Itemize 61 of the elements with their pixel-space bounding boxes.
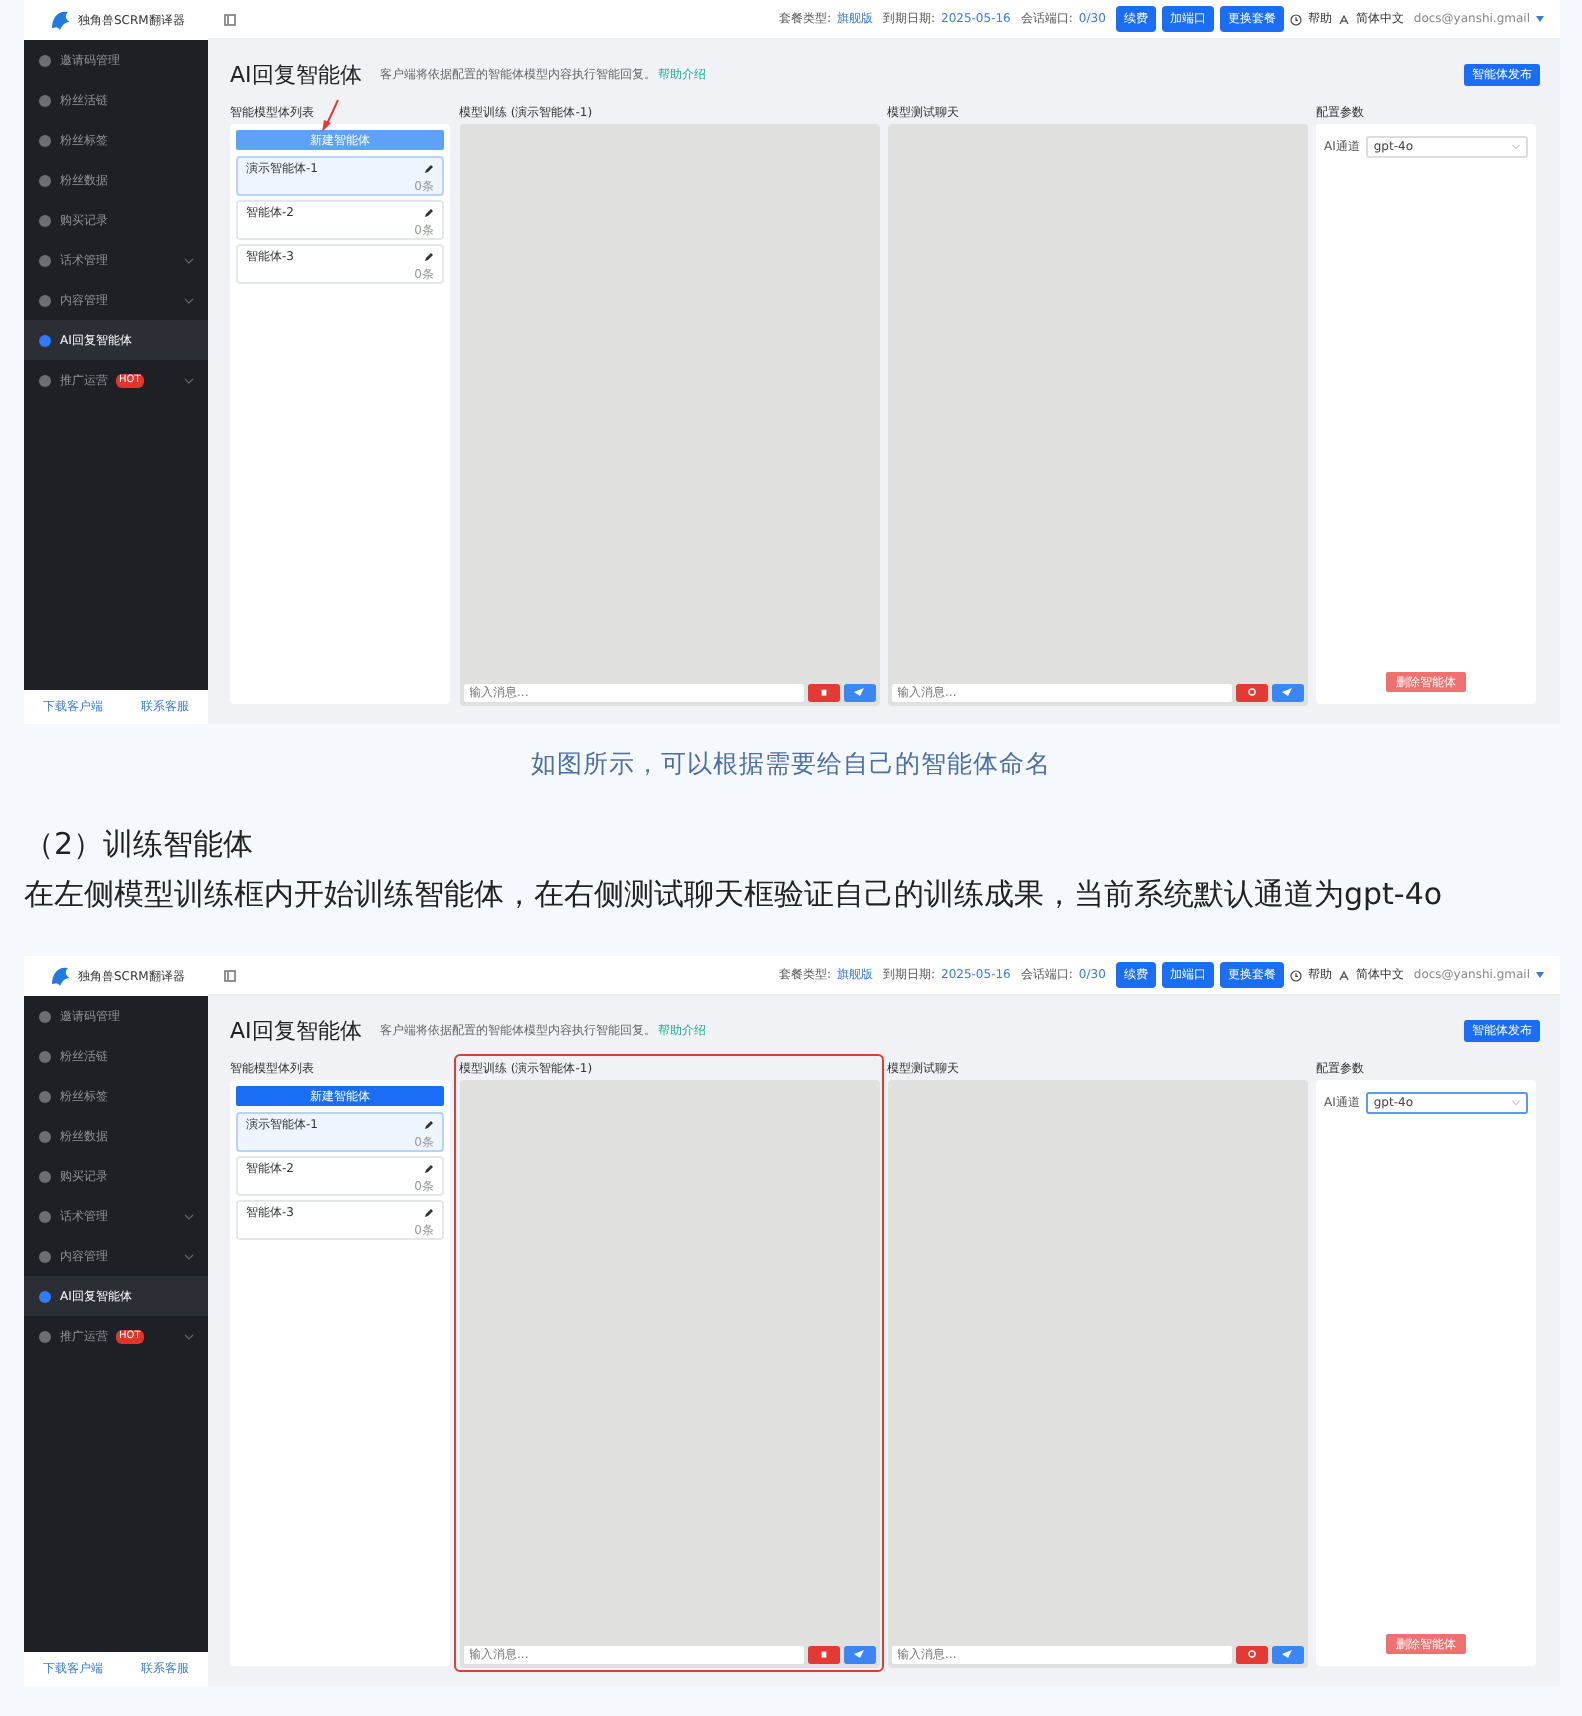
send-icon bbox=[1282, 688, 1292, 696]
circle-icon bbox=[38, 53, 52, 67]
circle-icon bbox=[38, 373, 52, 387]
pencil-icon[interactable] bbox=[424, 1164, 434, 1174]
figure-caption: 如图所示，可以根据需要给自己的智能体命名 bbox=[529, 748, 1053, 782]
page-title: AI回复智能体 bbox=[230, 59, 362, 89]
send-icon bbox=[854, 688, 864, 696]
pencil-icon[interactable] bbox=[424, 164, 434, 174]
chevron-icon bbox=[184, 377, 194, 383]
circle-icon bbox=[38, 173, 52, 187]
circle-icon bbox=[38, 253, 52, 267]
trash-icon bbox=[819, 1650, 827, 1658]
page-title: AI回复智能体 bbox=[230, 1015, 362, 1045]
chevron-icon bbox=[184, 297, 194, 303]
circle-icon bbox=[38, 333, 52, 347]
paragraph: 在左侧模型训练框内开始训练智能体，在右侧测试聊天框验证自己的训练成果，当前系统默认通道为gpt-4o bbox=[24, 876, 1445, 914]
pencil-icon[interactable] bbox=[424, 208, 434, 218]
section-heading: （2）训练智能体 bbox=[24, 826, 256, 864]
pencil-icon[interactable] bbox=[424, 1208, 434, 1218]
chevron-icon bbox=[184, 1333, 194, 1339]
send-icon bbox=[1282, 1650, 1292, 1658]
circle-icon bbox=[1247, 688, 1255, 696]
chevron-icon bbox=[1512, 1100, 1520, 1106]
circle-icon bbox=[38, 1249, 52, 1263]
circle-icon bbox=[38, 1329, 52, 1343]
send-icon bbox=[854, 1650, 864, 1658]
circle-icon bbox=[38, 1009, 52, 1023]
circle-icon bbox=[38, 1289, 52, 1303]
circle-icon bbox=[1247, 1650, 1255, 1658]
logo-icon bbox=[48, 8, 72, 32]
trash-icon bbox=[819, 688, 827, 696]
clear-button[interactable] bbox=[807, 683, 839, 701]
circle-icon bbox=[38, 1129, 52, 1143]
chevron-icon bbox=[184, 1253, 194, 1259]
circle-icon bbox=[38, 1049, 52, 1063]
circle-icon bbox=[38, 1209, 52, 1223]
pencil-icon[interactable] bbox=[424, 252, 434, 262]
circle-icon bbox=[38, 293, 52, 307]
caret-icon[interactable] bbox=[1536, 16, 1544, 22]
pencil-icon[interactable] bbox=[424, 1120, 434, 1130]
circle-icon bbox=[38, 213, 52, 227]
menu-icon[interactable] bbox=[224, 969, 236, 981]
send-button[interactable] bbox=[843, 683, 875, 701]
menu-icon[interactable] bbox=[224, 13, 236, 25]
logo-icon bbox=[48, 964, 72, 988]
send-button[interactable] bbox=[843, 1645, 875, 1663]
translate-icon bbox=[1337, 969, 1350, 981]
circle-icon bbox=[38, 1169, 52, 1183]
caret-icon[interactable] bbox=[1536, 972, 1544, 978]
clear-button[interactable] bbox=[1235, 1645, 1267, 1663]
clear-button[interactable] bbox=[1235, 683, 1267, 701]
circle-icon bbox=[38, 133, 52, 147]
send-button[interactable] bbox=[1271, 683, 1303, 701]
send-button[interactable] bbox=[1271, 1645, 1303, 1663]
translate-icon bbox=[1337, 13, 1350, 25]
chevron-icon bbox=[184, 1213, 194, 1219]
circle-icon bbox=[38, 1089, 52, 1103]
chevron-icon bbox=[184, 257, 194, 263]
clear-button[interactable] bbox=[807, 1645, 839, 1663]
chevron-icon bbox=[1512, 144, 1520, 150]
circle-icon bbox=[38, 93, 52, 107]
